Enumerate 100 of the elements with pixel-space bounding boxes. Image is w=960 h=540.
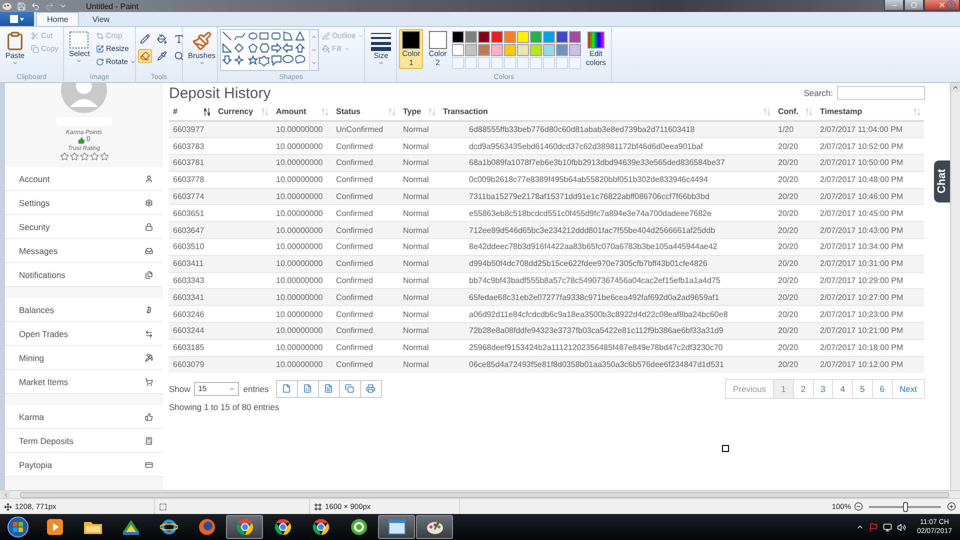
- search-field[interactable]: [837, 86, 925, 100]
- palette-swatch[interactable]: [530, 31, 542, 43]
- custom-color-slot[interactable]: [478, 57, 490, 69]
- custom-color-slot[interactable]: [504, 57, 516, 69]
- palette-swatch[interactable]: [556, 31, 568, 43]
- palette-swatch[interactable]: [504, 31, 516, 43]
- help-icon[interactable]: [946, 0, 956, 10]
- ribbon-tab[interactable]: Home: [36, 12, 80, 26]
- palette-swatch[interactable]: [556, 44, 568, 56]
- custom-color-slot[interactable]: [464, 57, 477, 69]
- taskbar-button[interactable]: [378, 515, 415, 539]
- column-header[interactable]: Amount: [276, 107, 306, 116]
- sidebar-item[interactable]: Karma: [5, 405, 163, 429]
- column-header[interactable]: Conf.: [778, 107, 798, 116]
- custom-color-slot[interactable]: [490, 57, 503, 69]
- chat-tab[interactable]: Chat: [934, 160, 950, 202]
- export-button[interactable]: [338, 380, 361, 398]
- custom-color-slot[interactable]: [516, 57, 529, 69]
- file-menu-button[interactable]: [0, 12, 34, 26]
- zoom-out-button[interactable]: [854, 502, 863, 511]
- page-button[interactable]: Next: [892, 378, 925, 399]
- palette-swatch[interactable]: [452, 31, 464, 43]
- sidebar-item[interactable]: Open Trades: [5, 322, 163, 346]
- export-button[interactable]: [360, 380, 382, 398]
- ribbon-tab[interactable]: View: [81, 12, 121, 26]
- close-button[interactable]: [924, 0, 960, 11]
- taskbar-button[interactable]: [226, 515, 263, 539]
- sidebar-item[interactable]: Market Items: [5, 370, 163, 394]
- palette-swatch[interactable]: [478, 31, 490, 43]
- scroll-up-button[interactable]: [951, 83, 960, 92]
- page-button[interactable]: 4: [832, 378, 854, 399]
- sidebar-item[interactable]: Account: [5, 167, 163, 191]
- minimize-button[interactable]: [884, 0, 904, 11]
- column-header[interactable]: #: [173, 107, 178, 116]
- custom-color-slot[interactable]: [556, 57, 568, 69]
- page-button[interactable]: 6: [872, 378, 893, 399]
- tool-button[interactable]: [155, 49, 169, 63]
- flag-icon[interactable]: [868, 522, 878, 532]
- export-button[interactable]: [296, 380, 319, 398]
- scroll-thumb[interactable]: [20, 492, 949, 498]
- palette-swatch[interactable]: [516, 44, 529, 56]
- column-header[interactable]: Currency: [218, 107, 254, 116]
- text-tool-icon: [174, 34, 184, 44]
- palette-swatch[interactable]: [568, 31, 581, 43]
- palette-swatch[interactable]: [478, 44, 490, 56]
- sidebar-item[interactable]: Balances: [5, 298, 163, 322]
- custom-color-slot[interactable]: [568, 57, 581, 69]
- column-header[interactable]: Type: [403, 107, 422, 116]
- sort-icon[interactable]: [204, 108, 210, 116]
- palette-swatch[interactable]: [452, 44, 464, 56]
- tool-button[interactable]: [138, 32, 152, 46]
- tool-button[interactable]: [138, 49, 152, 63]
- sidebar-item[interactable]: Security: [5, 215, 163, 239]
- scroll-up-button[interactable]: [310, 30, 318, 44]
- palette-swatch[interactable]: [490, 44, 503, 56]
- show-hidden-icon[interactable]: [856, 523, 864, 531]
- selection-handle[interactable]: [722, 445, 729, 452]
- more-shapes-button[interactable]: [310, 56, 318, 70]
- palette-swatch[interactable]: [530, 44, 542, 56]
- palette-swatch[interactable]: [490, 31, 503, 43]
- page-button[interactable]: 2: [792, 378, 814, 399]
- column-header[interactable]: Timestamp: [820, 107, 862, 116]
- palette-swatch[interactable]: [568, 44, 581, 56]
- export-button[interactable]: [318, 380, 340, 398]
- sidebar-item[interactable]: Mining: [5, 346, 163, 370]
- tool-button[interactable]: [172, 49, 186, 63]
- shape-gallery[interactable]: [220, 29, 319, 71]
- custom-color-slot[interactable]: [530, 57, 542, 69]
- tool-button[interactable]: [155, 32, 169, 46]
- custom-color-slot[interactable]: [452, 57, 464, 69]
- network-icon[interactable]: [882, 522, 892, 532]
- volume-icon[interactable]: [896, 522, 906, 532]
- sidebar-item[interactable]: Settings: [5, 191, 163, 215]
- palette-swatch[interactable]: [464, 31, 477, 43]
- palette-swatch[interactable]: [464, 44, 477, 56]
- undo-icon[interactable]: [31, 2, 40, 10]
- browser-icon: [198, 518, 216, 536]
- sidebar-item[interactable]: Notifications: [5, 263, 163, 287]
- maximize-button[interactable]: [904, 0, 924, 11]
- palette-swatch[interactable]: [542, 31, 555, 43]
- taskbar-button[interactable]: [416, 515, 453, 539]
- customize-icon[interactable]: [59, 2, 67, 10]
- custom-color-slot[interactable]: [542, 57, 555, 69]
- sidebar-item[interactable]: Messages: [5, 239, 163, 263]
- zoom-in-button[interactable]: [947, 502, 956, 511]
- column-header[interactable]: Status: [336, 107, 360, 116]
- table-cell: 20/20: [774, 171, 816, 188]
- sidebar-item[interactable]: Term Deposits: [5, 429, 163, 453]
- caret-icon: [12, 60, 18, 66]
- page-button[interactable]: 5: [852, 378, 873, 399]
- palette-swatch[interactable]: [542, 44, 555, 56]
- redo-icon[interactable]: [45, 2, 54, 10]
- page-button[interactable]: 3: [812, 378, 834, 399]
- export-button[interactable]: [276, 380, 298, 398]
- palette-swatch[interactable]: [504, 44, 516, 56]
- column-header[interactable]: Transaction: [443, 107, 488, 116]
- palette-swatch[interactable]: [516, 31, 529, 43]
- save-icon[interactable]: [17, 2, 26, 10]
- slider-thumb[interactable]: [903, 502, 908, 512]
- sidebar-item[interactable]: Paytopia: [5, 453, 163, 477]
